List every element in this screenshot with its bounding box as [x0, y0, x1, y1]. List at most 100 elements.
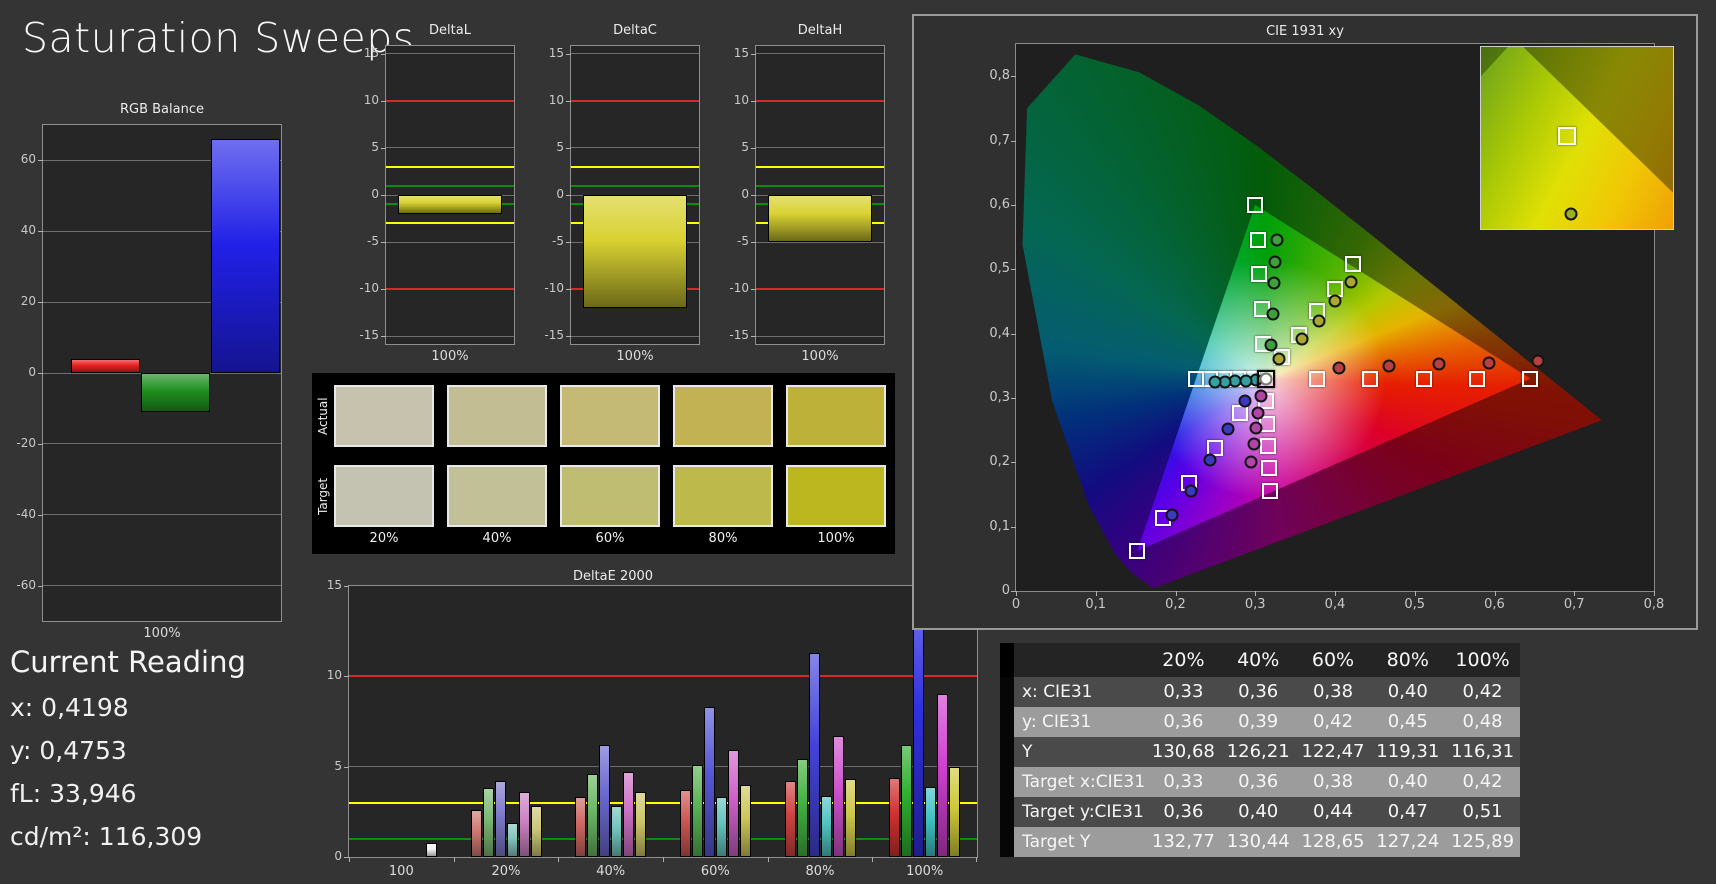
y-axis-tick-mark	[566, 195, 571, 196]
x-axis-tick-mark	[1654, 591, 1655, 596]
y-axis-tick-mark	[566, 100, 571, 102]
table-header-cell: 80%	[1370, 643, 1446, 677]
table-cell: 126,21	[1220, 737, 1296, 767]
swatch-target-20%	[334, 465, 434, 527]
target-square-magenta	[1260, 437, 1276, 454]
swatch-target-100%	[786, 465, 886, 527]
y-axis-tick-mark	[566, 336, 571, 338]
measured-dot-blue	[1165, 508, 1179, 522]
y-axis-tick-label: 40	[20, 223, 36, 238]
swatch-row-label: Actual	[316, 397, 330, 435]
reference-line	[756, 184, 884, 187]
swatch-actual-60%	[560, 385, 660, 447]
deltah-chart[interactable]: 15 10 5 0 -5 -10 -15	[729, 45, 885, 345]
deltae-bar-green	[482, 788, 494, 857]
table-row-gutter	[1000, 827, 1014, 857]
deltae-bar-red	[680, 790, 691, 857]
measured-dot-magenta	[1251, 406, 1265, 420]
measured-dot-green	[1270, 233, 1284, 247]
deltae-bar-green	[796, 759, 808, 857]
target-square-green	[1249, 231, 1266, 248]
deltae-group-label: 100%	[906, 864, 944, 879]
rgb-bar-green	[141, 373, 210, 412]
table-cell: 127,24	[1370, 827, 1446, 857]
x-axis-tick-mark	[872, 857, 874, 862]
table-cell: 0,39	[1220, 707, 1296, 737]
reference-line	[349, 801, 977, 804]
deltae-bar-magenta	[623, 772, 635, 857]
deltae-bar-green	[587, 773, 599, 857]
deltae-bar-magenta	[832, 735, 844, 857]
table-row-gutter	[1000, 677, 1014, 707]
y-axis-tick-label: 0,4	[989, 325, 1010, 341]
table-row-gutter	[1000, 767, 1014, 797]
y-axis-tick-mark	[38, 231, 43, 233]
measured-dot-green	[1266, 307, 1280, 321]
y-axis-tick-label: -5	[552, 234, 564, 249]
swatch-actual-100%	[786, 385, 886, 447]
y-axis-tick-label: -5	[737, 234, 749, 249]
table-header-cell: 100%	[1445, 643, 1520, 677]
deltal-chart[interactable]: 15 10 5 0 -5 -10 -15	[359, 45, 515, 345]
deltae-bar-blue	[704, 707, 715, 857]
table-cell: 116,31	[1445, 737, 1520, 767]
y-axis-tick-label: 10	[548, 92, 564, 107]
table-cell: 0,40	[1370, 677, 1446, 707]
deltae-bar-red	[470, 810, 482, 857]
y-axis-tick-mark	[38, 373, 43, 374]
x-axis-tick-mark	[349, 857, 350, 862]
cie-panel[interactable]: CIE 1931 xy 0 0,1 0,2 0,3 0,4 0,5 0,6 0,7 0,8 0 0,…	[912, 14, 1698, 630]
deltae-chart[interactable]: 15 10 5 0 100 20% 40% 60% 80% 100%	[327, 578, 978, 879]
table-cell: 130,68	[1146, 737, 1221, 767]
target-square-green	[1247, 196, 1264, 213]
deltae-bar-white	[426, 842, 437, 857]
table-cell: 0,38	[1295, 677, 1371, 707]
x-axis-tick-mark	[1095, 591, 1097, 596]
gridline	[386, 53, 514, 55]
delta-bar	[583, 195, 687, 309]
y-axis-tick-mark	[751, 336, 756, 338]
x-axis-tick-label: 0,1	[1085, 597, 1107, 612]
x-axis-tick-mark	[976, 857, 977, 862]
measured-dot-yellow	[1312, 314, 1326, 328]
deltae-bar-yellow	[635, 791, 647, 857]
y-axis-tick-mark	[1011, 269, 1016, 271]
y-axis-tick-label: -20	[16, 435, 36, 450]
y-axis-tick-mark	[381, 336, 386, 338]
swatch-col-label: 60%	[595, 531, 625, 546]
gridline	[571, 335, 699, 337]
x-axis-tick-mark	[663, 857, 664, 862]
reference-line	[349, 837, 977, 840]
x-axis-tick-label: 0,2	[1165, 597, 1186, 612]
swatch-panel[interactable]: Actual Target 20% 40% 60% 80% 100%	[312, 373, 895, 554]
gridline	[756, 335, 884, 337]
swatch-actual-20%	[334, 385, 434, 447]
table-cell: 0,38	[1295, 767, 1371, 797]
y-axis-tick-mark	[751, 147, 756, 149]
x-axis-tick-mark	[1335, 591, 1336, 596]
reference-line	[349, 675, 977, 678]
swatch-col-label: 20%	[369, 531, 399, 546]
gridline	[43, 585, 281, 587]
deltae-bar-cyan	[611, 806, 623, 857]
rgb-balance-chart[interactable]: 60 40 20 0 -20 -40 -60	[16, 124, 282, 622]
measured-dot-red	[1482, 356, 1496, 370]
y-axis-tick-label: 5	[741, 139, 749, 154]
current-reading-line: x: 0,4198	[10, 693, 129, 722]
reference-line	[386, 165, 514, 168]
y-axis-tick-label: 0,8	[989, 68, 1010, 84]
target-square-blue	[1232, 405, 1249, 422]
y-axis-tick-label: 0	[28, 365, 36, 379]
table-row: Target Y 132,77 130,44 128,65 127,24 125,89	[1000, 827, 1520, 857]
deltae-bar-yellow	[844, 779, 856, 857]
table-cell: 0,42	[1445, 677, 1520, 707]
table-cell: 122,47	[1295, 737, 1371, 767]
x-axis-tick-label: 0,6	[1484, 597, 1505, 612]
target-square-red	[1522, 370, 1539, 387]
table-cell: 0,33	[1146, 677, 1221, 707]
x-axis-tick-mark	[558, 857, 560, 862]
deltac-chart[interactable]: 15 10 5 0 -5 -10 -15	[544, 45, 700, 345]
target-square-red	[1308, 370, 1325, 387]
rgb-bar-red	[71, 358, 140, 373]
deltae-group-label: 80%	[805, 864, 835, 879]
